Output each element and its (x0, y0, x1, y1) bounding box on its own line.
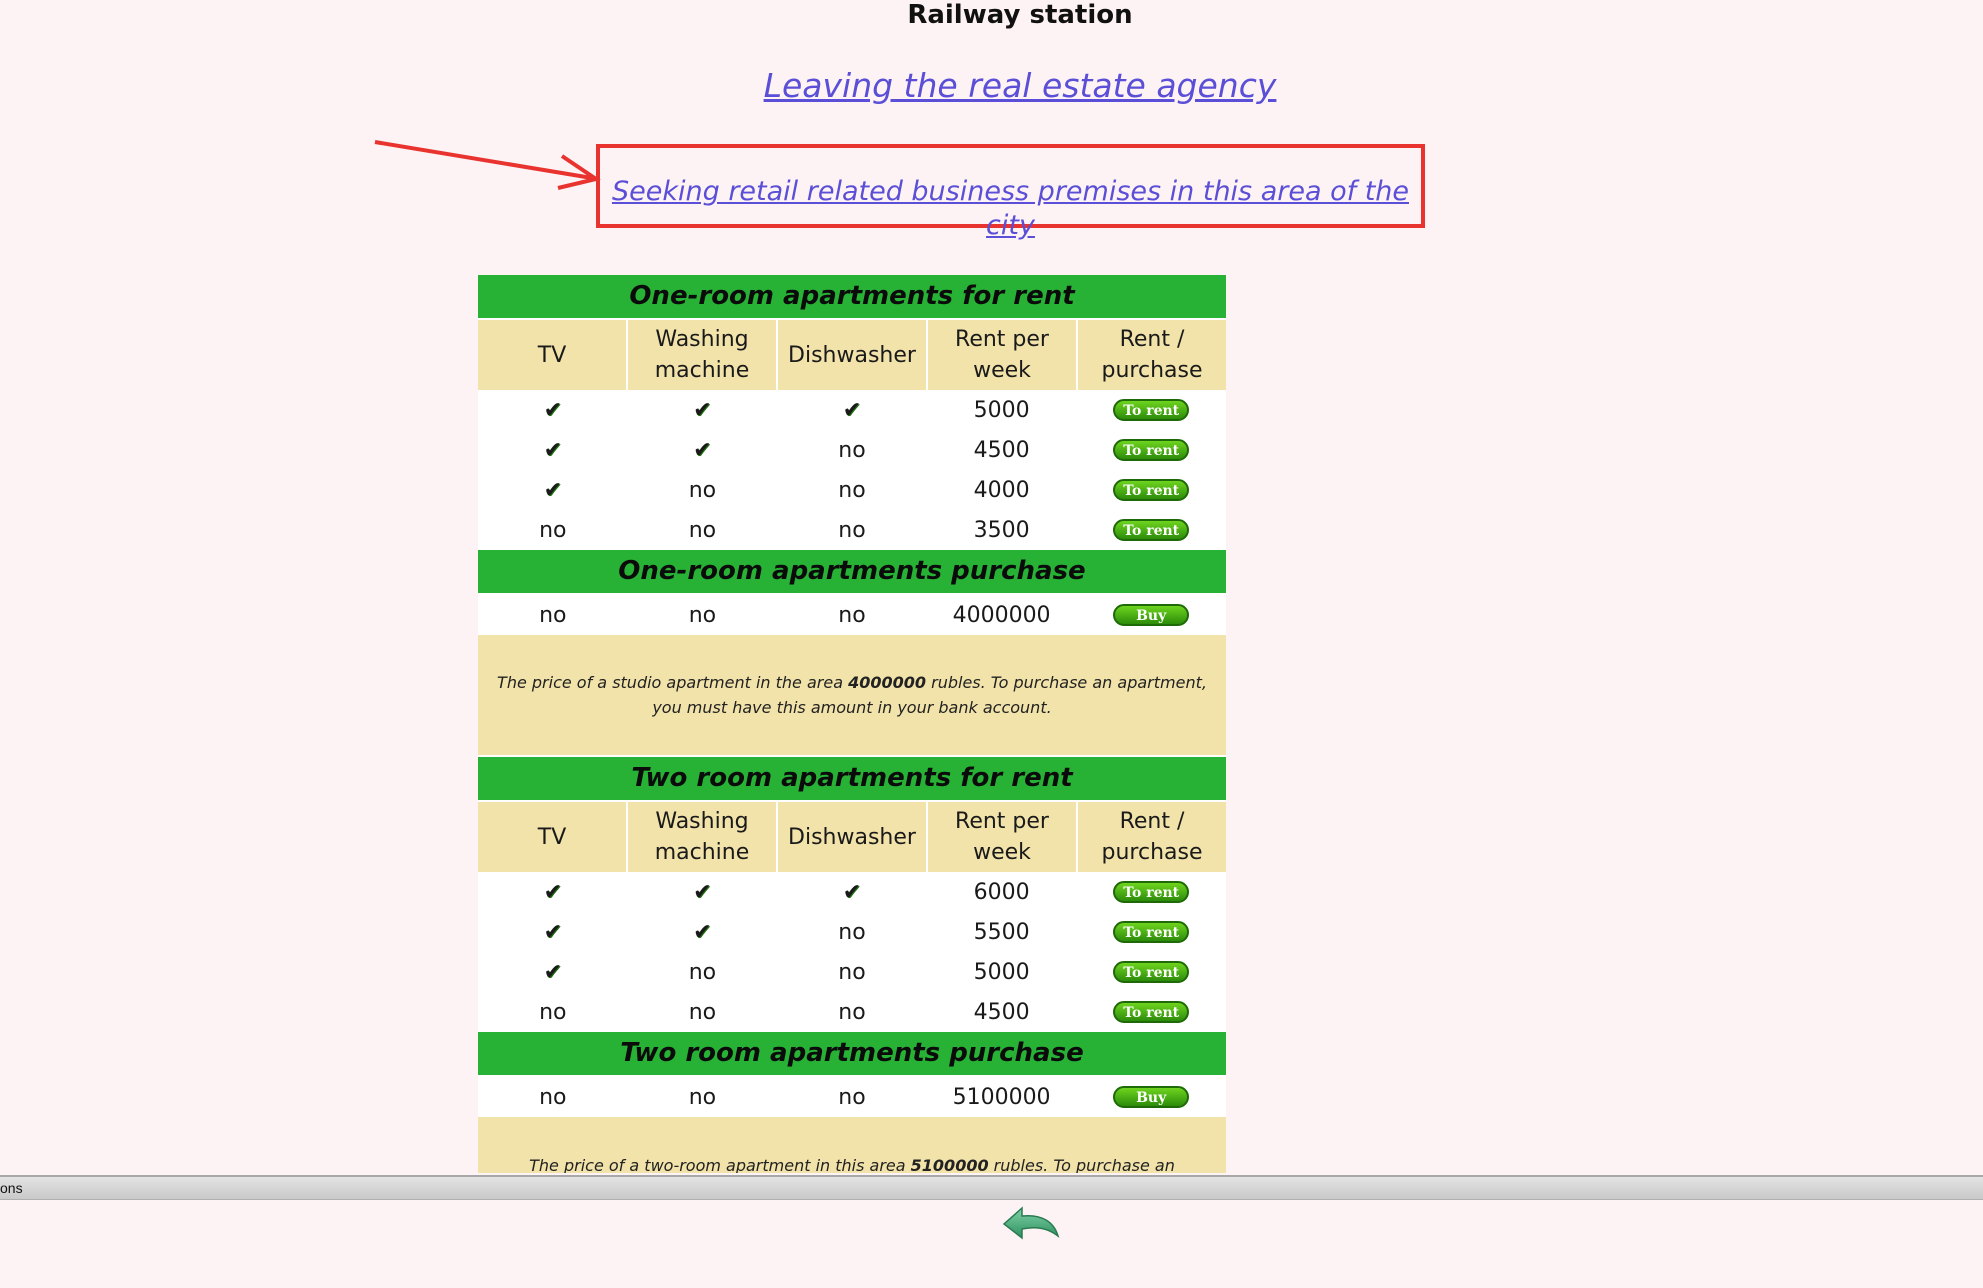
annotation-arrow (374, 140, 601, 190)
check-icon: ✔ (543, 959, 563, 985)
page-title: Railway station (907, 0, 1133, 30)
table-row: ✔ no no 5000 To rent (478, 952, 1226, 992)
table-row: no no no 3500 To rent (478, 510, 1226, 550)
cell-dishwasher: no (838, 477, 866, 503)
check-icon: ✔ (543, 397, 563, 423)
cell-price: 6000 (973, 879, 1030, 905)
cell-washing: no (688, 602, 717, 628)
check-icon: ✔ (543, 477, 563, 503)
check-icon: ✔ (693, 879, 712, 905)
to-rent-button[interactable]: To rent (1113, 921, 1190, 943)
section-header-one-room-purchase: One-room apartments purchase (478, 550, 1226, 595)
to-rent-button[interactable]: To rent (1113, 399, 1190, 421)
info-text: The price of a two-room apartment in thi… (529, 1156, 911, 1173)
cell-price: 4500 (973, 437, 1030, 463)
table-row: ✔ ✔ no 4500 To rent (478, 430, 1226, 470)
purchase-info-note: The price of a studio apartment in the a… (478, 635, 1226, 757)
table-row: ✔ ✔ ✔ 6000 To rent (478, 872, 1226, 912)
cell-washing: no (688, 999, 717, 1025)
col-header-tv: TV (478, 320, 628, 390)
col-header-washing: Washing machine (628, 320, 778, 390)
cell-dishwasher: no (838, 437, 866, 463)
cell-washing: no (688, 1084, 717, 1110)
to-rent-button[interactable]: To rent (1113, 881, 1190, 903)
cell-dishwasher: no (838, 999, 866, 1025)
cell-washing: no (688, 517, 717, 543)
buy-button[interactable]: Buy (1113, 604, 1190, 626)
section-header-two-room-rent: Two room apartments for rent (478, 757, 1226, 802)
seek-premises-link[interactable]: Seeking retail related business premises… (600, 175, 1421, 243)
status-bar-text: ons (0, 1180, 23, 1196)
column-headers: TV Washing machine Dishwasher Rent per w… (478, 802, 1226, 872)
cell-price: 4000 (973, 477, 1030, 503)
to-rent-button[interactable]: To rent (1113, 961, 1190, 983)
table-row: ✔ ✔ no 5500 To rent (478, 912, 1226, 952)
column-headers: TV Washing machine Dishwasher Rent per w… (478, 320, 1226, 390)
table-row: ✔ no no 4000 To rent (478, 470, 1226, 510)
col-header-rent-purchase: Rent / purchase (1101, 809, 1203, 865)
col-header-washing: Washing machine (628, 802, 778, 872)
col-header-tv: TV (478, 802, 628, 872)
to-rent-button[interactable]: To rent (1113, 479, 1190, 501)
cell-dishwasher: no (838, 517, 866, 543)
check-icon: ✔ (693, 437, 712, 463)
apartments-table: One-room apartments for rent TV Washing … (478, 275, 1226, 1173)
info-amount: 5100000 (910, 1156, 989, 1173)
table-row: no no no 4000000 Buy (478, 595, 1226, 635)
check-icon: ✔ (543, 879, 563, 905)
purchase-info-note: The price of a two-room apartment in thi… (478, 1117, 1226, 1173)
to-rent-button[interactable]: To rent (1113, 439, 1190, 461)
col-header-rent-week: Rent per week (928, 320, 1078, 390)
cell-price: 3500 (973, 517, 1030, 543)
cell-tv: no (539, 999, 567, 1025)
col-header-rent-purchase: Rent / purchase (1101, 327, 1203, 383)
cell-price: 5100000 (952, 1084, 1051, 1110)
table-row: no no no 5100000 Buy (478, 1077, 1226, 1117)
status-bar: ons (0, 1175, 1983, 1200)
cell-tv: no (539, 1084, 567, 1110)
check-icon: ✔ (842, 879, 862, 905)
info-amount: 4000000 (848, 673, 927, 692)
table-row: ✔ ✔ ✔ 5000 To rent (478, 390, 1226, 430)
check-icon: ✔ (693, 919, 712, 945)
section-header-one-room-rent: One-room apartments for rent (478, 275, 1226, 320)
cell-price: 5500 (973, 919, 1030, 945)
buy-button[interactable]: Buy (1113, 1086, 1190, 1108)
col-header-dishwasher: Dishwasher (778, 320, 928, 390)
cell-price: 4500 (973, 999, 1030, 1025)
check-icon: ✔ (693, 397, 712, 423)
cell-tv: no (539, 517, 567, 543)
check-icon: ✔ (543, 919, 563, 945)
cell-price: 5000 (973, 397, 1030, 423)
cell-dishwasher: no (838, 959, 866, 985)
table-row: no no no 4500 To rent (478, 992, 1226, 1032)
to-rent-button[interactable]: To rent (1113, 519, 1190, 541)
cell-dishwasher: no (838, 919, 866, 945)
check-icon: ✔ (842, 397, 862, 423)
cell-washing: no (688, 477, 717, 503)
col-header-rent-week: Rent per week (928, 802, 1078, 872)
cell-tv: no (539, 602, 567, 628)
to-rent-button[interactable]: To rent (1113, 1001, 1190, 1023)
cell-dishwasher: no (838, 1084, 866, 1110)
cell-dishwasher: no (838, 602, 866, 628)
cell-price: 4000000 (952, 602, 1051, 628)
check-icon: ✔ (543, 437, 563, 463)
section-header-two-room-purchase: Two room apartments purchase (478, 1032, 1226, 1077)
leave-agency-link[interactable]: Leaving the real estate agency (0, 66, 1983, 106)
cell-washing: no (688, 959, 717, 985)
col-header-dishwasher: Dishwasher (778, 802, 928, 872)
cell-price: 5000 (973, 959, 1030, 985)
back-arrow-icon[interactable] (1000, 1204, 1064, 1244)
info-text: The price of a studio apartment in the a… (497, 673, 849, 692)
